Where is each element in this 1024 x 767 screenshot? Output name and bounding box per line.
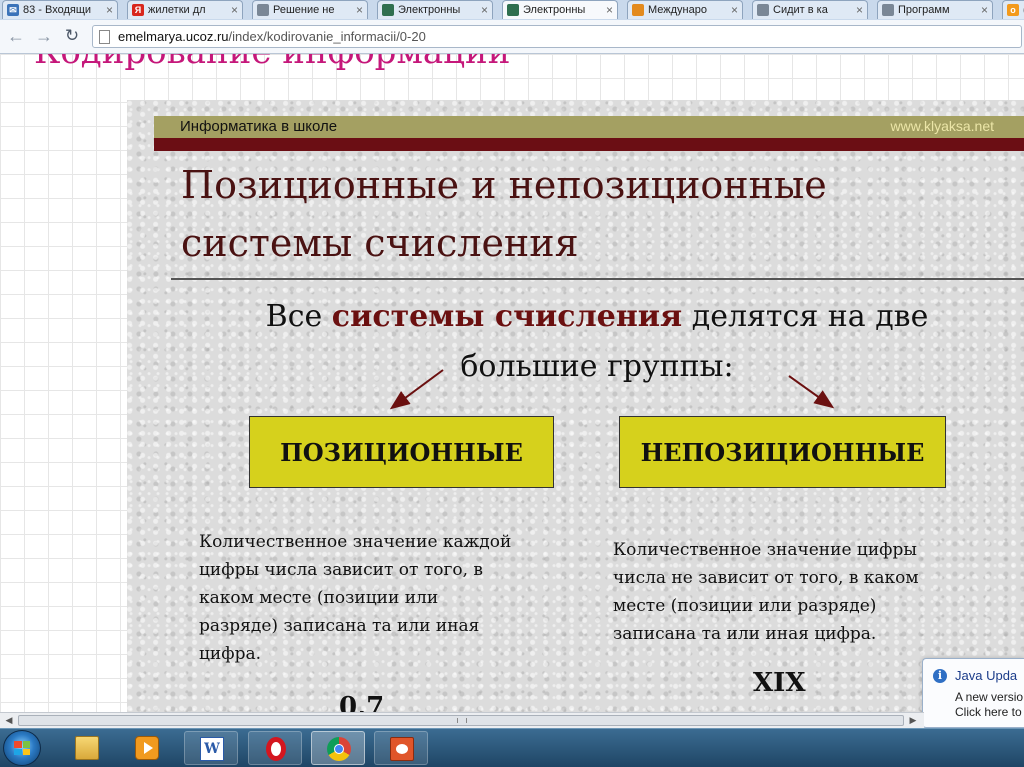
taskbar-powerpoint[interactable] (374, 731, 428, 765)
tab-title: Программ (898, 4, 950, 16)
tab-title: Электронны (398, 4, 461, 16)
tab-9[interactable]: о(5 (1002, 0, 1024, 19)
page-icon (757, 4, 769, 16)
close-icon[interactable]: × (231, 3, 238, 17)
desc-line: месте (позиции или разряде) (613, 596, 877, 616)
opera-icon (266, 737, 286, 761)
notification-line1: A new versio (955, 690, 1024, 704)
close-icon[interactable]: × (481, 3, 488, 17)
scroll-right-icon[interactable]: ▶ (906, 714, 920, 727)
nonpositional-box: НЕПОЗИЦИОННЫЕ (619, 416, 946, 488)
desc-line: Количественное значение каждой (199, 532, 512, 552)
desc-line: каком месте (позиции или (199, 588, 439, 608)
page-content: Кодирование информации Информатика в шко… (0, 54, 1024, 712)
browser-tab-strip: ✉ 83 - Входящи × Яжилетки дл × Решение не × … (0, 0, 1024, 21)
back-arrow-icon[interactable]: ← (6, 26, 26, 46)
powerpoint-icon (390, 737, 414, 761)
book-icon (507, 4, 519, 16)
close-icon[interactable]: × (106, 3, 113, 17)
yandex-icon: Я (132, 4, 144, 16)
scrollbar-thumb[interactable] (18, 715, 904, 726)
tab-7[interactable]: Сидит в ка × (752, 0, 868, 19)
info-icon: i (933, 669, 947, 683)
globe-icon (632, 4, 644, 16)
url-host: emelmarya.ucoz.ru (118, 29, 229, 44)
close-icon[interactable]: × (731, 3, 738, 17)
url-path: /index/kodirovanie_informacii/0-20 (228, 29, 426, 44)
media-player-icon (135, 736, 159, 760)
reload-icon[interactable]: ↻ (62, 26, 82, 46)
desc-line: записана та или иная цифра. (613, 624, 877, 644)
tab-title: жилетки дл (148, 4, 206, 16)
taskbar: W (0, 728, 1024, 767)
tab-5-active[interactable]: Электронны × (502, 0, 618, 19)
positional-description: Количественное значение каждой цифры чис… (199, 528, 511, 668)
notification-title: Java Upda (955, 668, 1018, 683)
page-icon (882, 4, 894, 16)
tab-title: Электронны (523, 4, 586, 16)
close-icon[interactable]: × (606, 3, 613, 17)
tab-title: Междунаро (648, 4, 707, 16)
positional-example: 0,7 (339, 692, 385, 712)
tab-title: 83 - Входящи (23, 4, 92, 16)
page-heading: Кодирование информации (34, 54, 510, 72)
page-icon (257, 4, 269, 16)
start-button[interactable] (3, 730, 41, 766)
notification-line2[interactable]: Click here to (955, 705, 1022, 719)
tab-3[interactable]: Решение не × (252, 0, 368, 19)
tab-title: Сидит в ка (773, 4, 828, 16)
arrow-right (788, 375, 835, 409)
taskbar-chrome[interactable] (311, 731, 365, 765)
taskbar-explorer[interactable] (60, 731, 114, 765)
tab-1[interactable]: ✉ 83 - Входящи × (2, 0, 118, 19)
nonpositional-label: НЕПОЗИЦИОННЫЕ (640, 437, 925, 467)
desc-line: разряде) записана та или иная (199, 616, 480, 636)
positional-label: ПОЗИЦИОННЫЕ (280, 437, 523, 467)
close-icon[interactable]: × (356, 3, 363, 17)
grip-icon (457, 718, 467, 723)
mail-icon: ✉ (7, 4, 19, 16)
browser-toolbar: ← → ↻ emelmarya.ucoz.ru/index/kodirovani… (0, 20, 1024, 54)
scroll-left-icon[interactable]: ◀ (2, 714, 16, 727)
page-icon (99, 29, 110, 44)
taskbar-word[interactable]: W (184, 731, 238, 765)
tab-6[interactable]: Междунаро × (627, 0, 743, 19)
arrow-left (389, 369, 444, 410)
java-update-notification[interactable]: i Java Upda A new versio Click here to (922, 658, 1024, 728)
close-icon[interactable]: × (856, 3, 863, 17)
forward-arrow-icon[interactable]: → (34, 26, 54, 46)
taskbar-media-player[interactable] (120, 731, 174, 765)
url-text[interactable]: emelmarya.ucoz.ru/index/kodirovanie_info… (118, 29, 426, 44)
chrome-icon (327, 737, 351, 761)
positional-box: ПОЗИЦИОННЫЕ (249, 416, 554, 488)
tab-2[interactable]: Яжилетки дл × (127, 0, 243, 19)
explorer-icon (75, 736, 99, 760)
nonpositional-example: XIX (753, 668, 806, 698)
horizontal-scrollbar[interactable]: ◀ ▶ (0, 712, 924, 728)
tab-4[interactable]: Электронны × (377, 0, 493, 19)
word-icon: W (200, 737, 224, 761)
address-bar[interactable]: emelmarya.ucoz.ru/index/kodirovanie_info… (92, 25, 1022, 48)
desc-line: числа не зависит от того, в каком (613, 568, 919, 588)
desc-line: цифра. (199, 644, 261, 664)
slide-image: Информатика в школе www.klyaksa.net Пози… (127, 100, 1024, 712)
windows-flag-icon (14, 741, 30, 755)
desc-line: цифры числа зависит от того, в (199, 560, 483, 580)
close-icon[interactable]: × (981, 3, 988, 17)
odnoklassniki-icon: о (1007, 4, 1019, 16)
taskbar-opera[interactable] (248, 731, 302, 765)
nonpositional-description: Количественное значение цифры числа не з… (613, 536, 919, 648)
tab-title: Решение не (273, 4, 335, 16)
desc-line: Количественное значение цифры (613, 540, 917, 560)
book-icon (382, 4, 394, 16)
tab-8[interactable]: Программ × (877, 0, 993, 19)
